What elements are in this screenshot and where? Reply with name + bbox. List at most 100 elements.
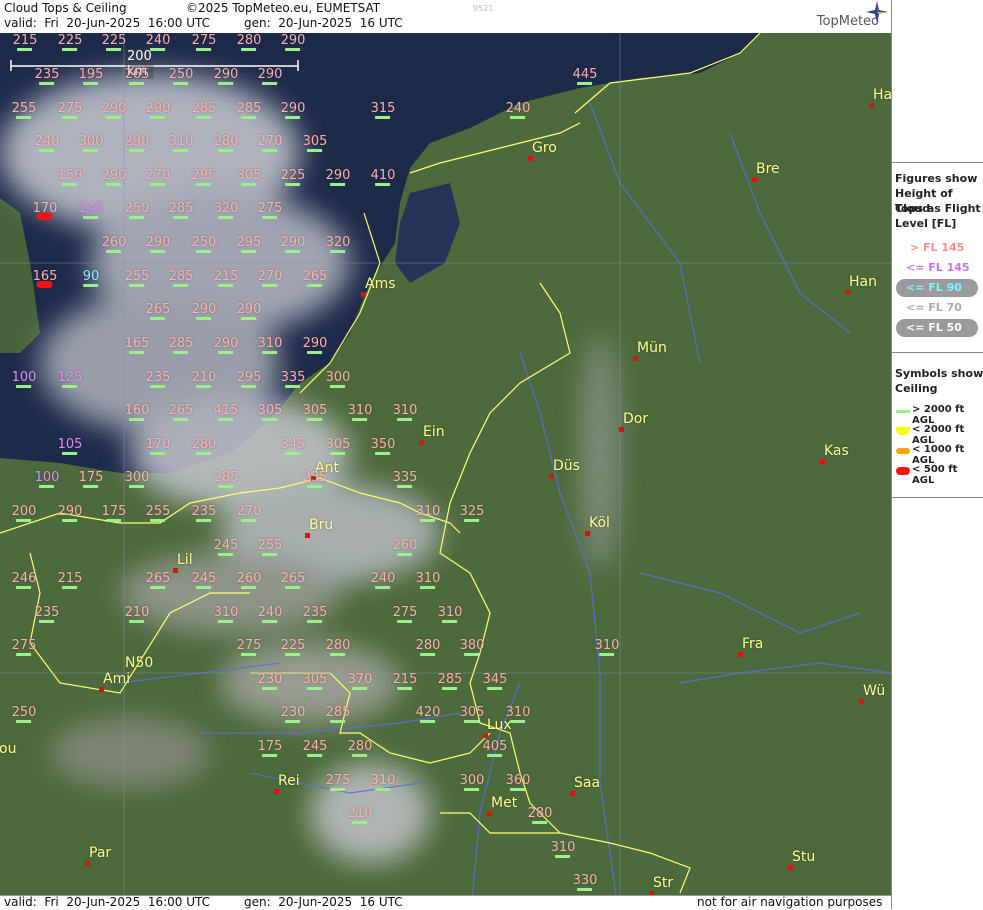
gen-time: gen: 20-Jun-2025 16 UTC — [244, 16, 403, 30]
city-marker — [483, 733, 488, 738]
cloud-top-label: 175 — [78, 470, 104, 485]
cloud-top-label: 325 — [459, 504, 485, 519]
cloud-top-label: 235 — [34, 605, 60, 620]
cloud-top-label: 370 — [347, 672, 373, 687]
legend-ceiling-below-500: < 500 ft AGL — [894, 464, 982, 486]
cloud-top-label: 415 — [213, 403, 239, 418]
map-footer: valid: Fri 20-Jun-2025 16:00 UTC gen: 20… — [0, 895, 891, 910]
cloud-top-label: 320 — [325, 235, 351, 250]
city-marker — [788, 865, 793, 870]
city-marker — [633, 356, 638, 361]
cloud-top-label: 275 — [236, 638, 262, 653]
cloud-top-label: 280 — [347, 739, 373, 754]
city-marker — [99, 687, 104, 692]
cloud-top-label: 235 — [145, 370, 171, 385]
cloud-top-label: 315 — [370, 101, 396, 116]
cloud-top-label: 310 — [257, 336, 283, 351]
cloud-top-label: 290 — [191, 302, 217, 317]
city-label: Wü — [863, 683, 886, 699]
cloud-top-label: 225 — [57, 33, 83, 48]
city-label: Köl — [589, 515, 610, 531]
cloud-top-label: 305 — [302, 403, 328, 418]
city-label: Han — [849, 274, 877, 290]
cloud-top-label: 230 — [257, 672, 283, 687]
cloud-top-label: 265 — [302, 269, 328, 284]
cloud-top-label: 210 — [191, 370, 217, 385]
cloud-top-label: 240 — [505, 101, 531, 116]
city-label: Par — [89, 845, 112, 861]
cloud-top-label: 290 — [325, 168, 351, 183]
legend-figures-title-4: Level [FL] — [895, 217, 957, 230]
cloud-top-label: 310 — [213, 605, 239, 620]
cloud-top-label: 290 — [280, 33, 306, 48]
cloud-top-label: 240 — [145, 33, 171, 48]
cloud-top-label: 125 — [57, 370, 83, 385]
city-marker — [487, 811, 492, 816]
cloud-top-label: 265 — [280, 571, 306, 586]
cloud-top-label: 270 — [236, 504, 262, 519]
cloud-top-label: 215 — [12, 33, 38, 48]
legend-fl-50: <= FL 50 — [896, 319, 980, 337]
cloud-top-label: 255 — [11, 101, 37, 116]
cloud-top-label: 285 — [168, 269, 194, 284]
cloud-top-label: 175 — [257, 739, 283, 754]
cloud-top-label: 285 — [168, 201, 194, 216]
cloud-top-label: 245 — [302, 739, 328, 754]
cloud-top-label: 280 — [415, 638, 441, 653]
cloud-top-label: 230 — [280, 705, 306, 720]
cloud-top-label: 290 — [257, 67, 283, 82]
cloud-top-label: 275 — [325, 773, 351, 788]
cloud-top-label: 235 — [191, 504, 217, 519]
cloud-top-label: 305 — [236, 168, 262, 183]
cloud-top-label: 290 — [57, 504, 83, 519]
cloud-top-label: 290 — [280, 235, 306, 250]
cloud-top-label: 246 — [11, 571, 37, 586]
city-label: Dor — [623, 411, 649, 427]
cloud-top-label: 165 — [124, 336, 150, 351]
city-label: Bre — [756, 161, 780, 177]
cloud-top-label: 420 — [415, 705, 441, 720]
cloud-top-label: 250 — [11, 705, 37, 720]
cloud-top-label: 215 — [213, 269, 239, 284]
cloud-top-label: 270 — [257, 134, 283, 149]
cloud-top-label: 310 — [347, 403, 373, 418]
city-label: Kas — [824, 443, 849, 459]
city-label: Düs — [553, 458, 580, 474]
cloud-top-label: 280 — [213, 134, 239, 149]
cloud-top-label: 345 — [280, 437, 306, 452]
cloud-top-label: 310 — [415, 504, 441, 519]
cloud-top-label: 445 — [572, 67, 598, 82]
cloud-top-label: 295 — [236, 370, 262, 385]
city-marker — [845, 290, 850, 295]
cloud-top-label: 360 — [505, 773, 531, 788]
cloud-top-label: 305 — [459, 705, 485, 720]
compass-star-icon — [866, 1, 888, 23]
cloud-top-label: 305 — [325, 437, 351, 452]
legend-panel: Figures show Height of Cloud Tops as Fli… — [891, 0, 983, 909]
city-marker — [361, 292, 366, 297]
city-marker — [549, 474, 554, 479]
cloud-top-label: 300 — [78, 134, 104, 149]
city-marker — [859, 699, 864, 704]
satellite-map[interactable]: 200 km Ha Gro Bre Ams Han Mün Dor Ein Kas Düs Ant B… — [0, 33, 891, 895]
city-label: Ha — [873, 87, 891, 103]
cloud-top-label: 235 — [34, 67, 60, 82]
cloud-top-label: 290 — [145, 101, 171, 116]
cloud-top-label: 245 — [191, 571, 217, 586]
city-marker — [419, 440, 424, 445]
cloud-top-label: 330 — [572, 873, 598, 888]
cloud-top-label: 290 — [302, 336, 328, 351]
cloud-top-label: 285 — [236, 101, 262, 116]
valid-time: valid: Fri 20-Jun-2025 16:00 UTC — [4, 16, 211, 30]
cloud-top-label: 305 — [302, 672, 328, 687]
cloud-top-label: 285 — [168, 336, 194, 351]
cloud-top-label: 255 — [145, 504, 171, 519]
cloud-top-label: 170 — [32, 201, 58, 216]
footer-gen: gen: 20-Jun-2025 16 UTC — [244, 895, 403, 909]
cloud-top-label: 250 — [168, 67, 194, 82]
cloud-top-label: 215 — [392, 672, 418, 687]
city-label: Ami — [103, 671, 131, 687]
cloud-top-label: 215 — [57, 571, 83, 586]
city-marker — [274, 789, 279, 794]
city-label: Ams — [365, 276, 396, 292]
